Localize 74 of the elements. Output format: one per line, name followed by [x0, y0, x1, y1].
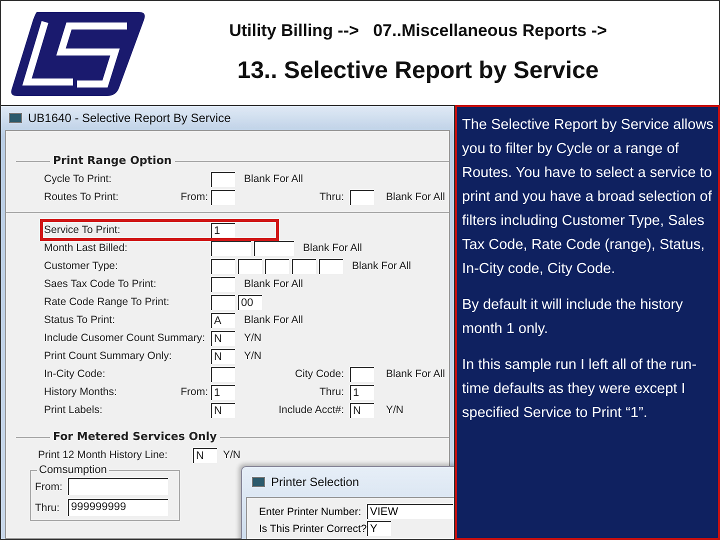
hint-text: Blank For All	[352, 260, 411, 272]
field-label: Rate Code Range To Print:	[44, 296, 170, 308]
field-label: In-City Code:	[44, 368, 106, 380]
field-label: Thru:	[35, 502, 61, 514]
input-field[interactable]: N	[193, 448, 217, 462]
input-field[interactable]	[68, 478, 168, 495]
window-icon	[252, 477, 265, 487]
input-field[interactable]	[211, 190, 235, 204]
field-label: Routes To Print:	[44, 191, 119, 203]
hint-text: Blank For All	[244, 173, 303, 185]
input-field[interactable]: 1	[350, 384, 374, 400]
group-legend: Print Range Option	[50, 154, 175, 167]
breadcrumb: Utility Billing --> 07..Miscellaneous Reports ->	[229, 21, 607, 41]
field-label: Saes Tax Code To Print:	[44, 278, 156, 290]
field-label: Enter Printer Number:	[259, 506, 362, 518]
input-field[interactable]	[211, 258, 235, 274]
paragraph: In this sample run I left all of the run-time defaults as they were except I specified Service to Print “1”.	[462, 356, 698, 423]
input-field[interactable]: N	[211, 348, 235, 364]
hint-text: Y/N	[223, 449, 241, 461]
field-label: Include Cusomer Count Summary:	[44, 332, 206, 344]
input-field[interactable]	[238, 258, 262, 274]
hint-text: Y/N	[244, 350, 262, 362]
input-field[interactable]	[292, 258, 316, 274]
hint-text: Blank For All	[386, 368, 445, 380]
group-legend: For Metered Services Only	[50, 430, 220, 443]
field-label: Customer Type:	[44, 260, 118, 272]
input-field[interactable]: VIEW	[367, 504, 453, 519]
hint-text: Blank For All	[244, 278, 303, 290]
input-field[interactable]: Y	[367, 521, 391, 536]
input-field[interactable]	[254, 240, 294, 256]
input-field[interactable]: 00	[238, 294, 262, 310]
input-field[interactable]	[211, 172, 235, 186]
input-field[interactable]	[319, 258, 343, 274]
field-label: Service To Print:	[44, 224, 120, 236]
input-field[interactable]	[211, 240, 251, 256]
window-title: Printer Selection	[271, 475, 360, 489]
input-field[interactable]	[211, 294, 235, 310]
input-field[interactable]	[211, 366, 235, 382]
field-label: Status To Print:	[44, 314, 116, 326]
hint-text: Y/N	[244, 332, 262, 344]
input-field[interactable]	[350, 190, 374, 204]
field-label: Print Labels:	[44, 404, 102, 416]
field-label: Include Acct#:	[278, 404, 344, 416]
field-label: Cycle To Print:	[44, 173, 112, 185]
hint-text: Blank For All	[244, 314, 303, 326]
input-field[interactable]	[265, 258, 289, 274]
field-label: Thru:	[318, 386, 344, 398]
input-field[interactable]: 999999999	[68, 499, 168, 516]
field-label: Thru:	[318, 191, 344, 203]
field-label: Print 12 Month History Line:	[38, 449, 169, 461]
field-label: From:	[180, 191, 208, 203]
window-icon	[9, 113, 22, 123]
field-label: Print Count Summary Only:	[44, 350, 172, 362]
input-field[interactable]: N	[211, 402, 235, 418]
input-field[interactable]: 1	[211, 222, 235, 238]
input-field[interactable]	[350, 366, 374, 382]
paragraph: The Selective Report by Service allows you to filter by Cycle or a range of Routes. You have to select a service to print and you have a broad selection of filters including Customer Type, Sales Tax Code, Rate Code (range), Status, In-City code, City Code.	[462, 116, 714, 279]
hint-text: Blank For All	[303, 242, 362, 254]
slide-title: 13.. Selective Report by Service	[237, 57, 599, 85]
field-label: From:	[180, 386, 208, 398]
field-label: From:	[35, 480, 63, 492]
input-field[interactable]: N	[350, 402, 374, 418]
hint-text: Y/N	[386, 404, 404, 416]
input-field[interactable]: A	[211, 312, 235, 328]
hint-text: Blank For All	[386, 191, 445, 203]
input-field[interactable]: 1	[211, 384, 235, 400]
input-field[interactable]: N	[211, 330, 235, 346]
field-label: City Code:	[294, 368, 344, 380]
window-title: UB1640 - Selective Report By Service	[28, 111, 231, 125]
paragraph: By default it will include the history month 1 only.	[462, 296, 684, 339]
group-legend: Comsumption	[37, 464, 109, 476]
input-field[interactable]	[211, 276, 235, 292]
field-label: Month Last Billed:	[44, 242, 128, 254]
field-label: History Months:	[44, 386, 117, 398]
